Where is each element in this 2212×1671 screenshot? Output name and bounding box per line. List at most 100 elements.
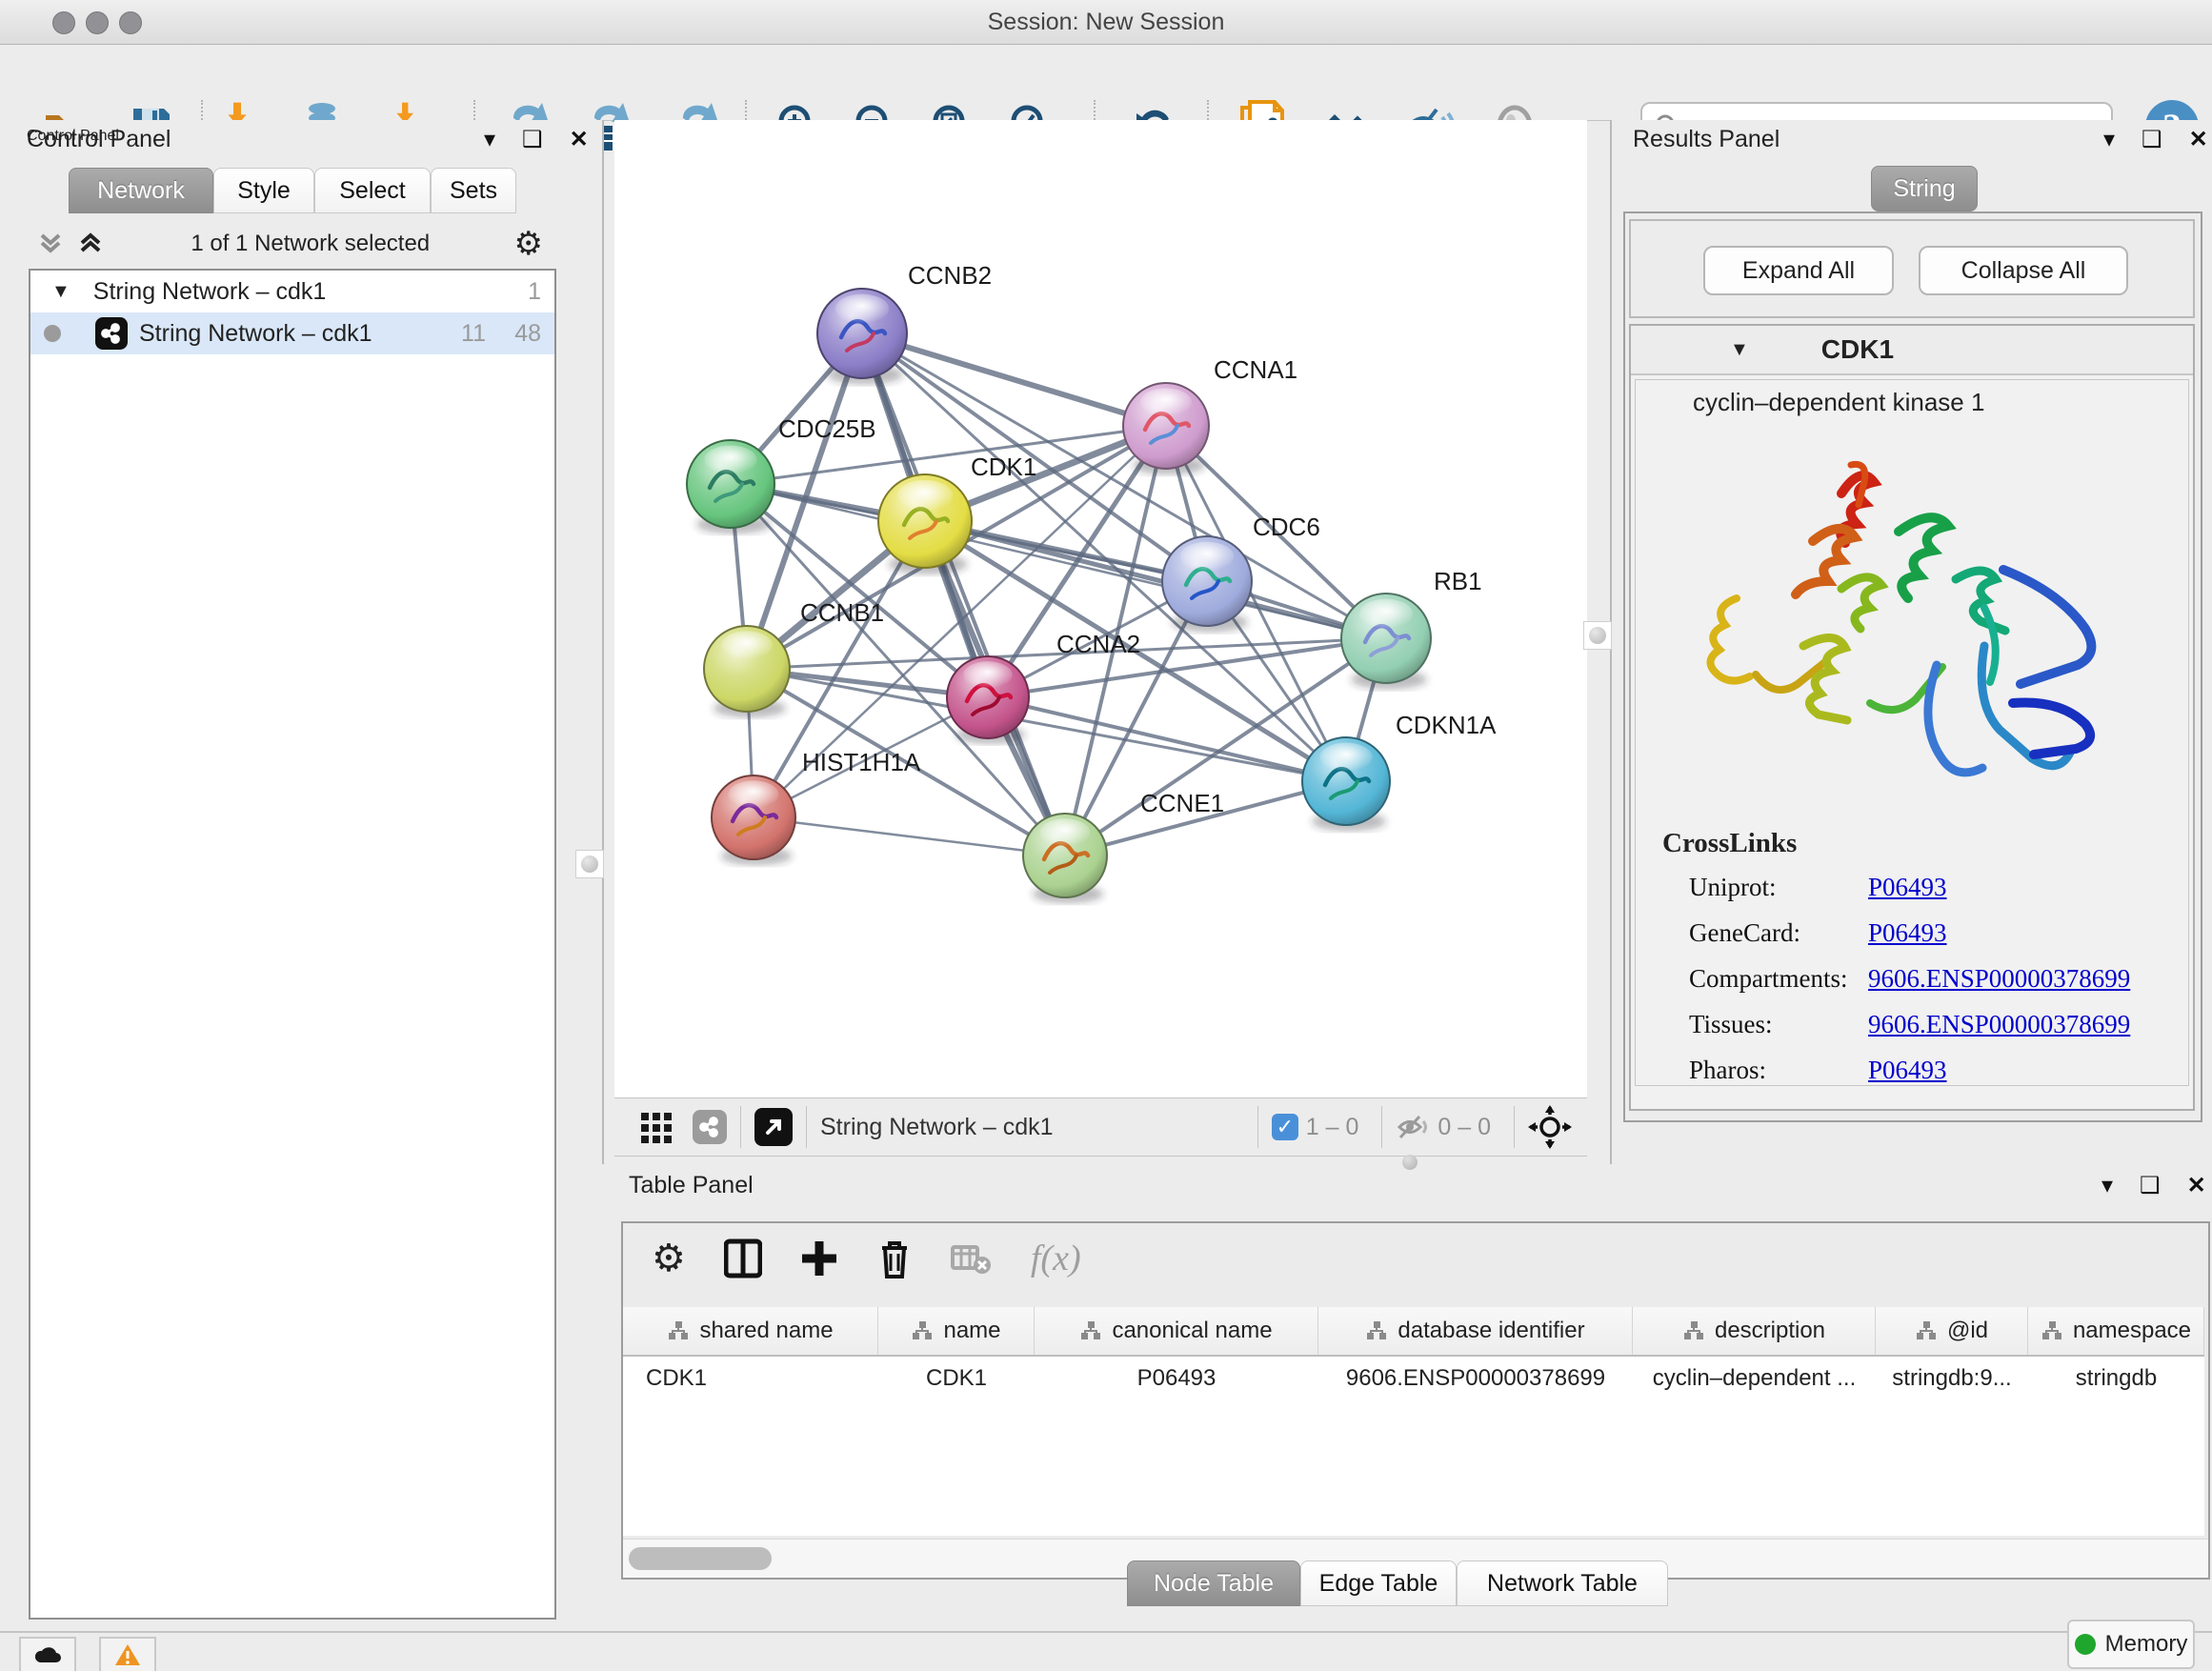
crosslinks-list: Uniprot:P06493 GeneCard:P06493 Compartment…	[1689, 873, 2188, 1085]
crosslink-link[interactable]: P06493	[1868, 1056, 1947, 1085]
main-toolbar: ?	[0, 45, 2212, 121]
table-cell[interactable]: stringdb:9...	[1876, 1357, 2028, 1400]
close-panel-icon[interactable]: ✕	[2187, 1172, 2206, 1199]
memory-button[interactable]: Memory	[2067, 1620, 2195, 1669]
memory-status-icon	[2075, 1634, 2096, 1655]
gene-symbol: CDK1	[1821, 334, 1894, 365]
tab-select[interactable]: Select	[314, 168, 431, 213]
grid-view-icon[interactable]	[639, 1109, 675, 1145]
warnings-button[interactable]	[99, 1637, 156, 1671]
detach-view-icon[interactable]	[754, 1108, 793, 1146]
delete-column-icon[interactable]	[876, 1237, 913, 1280]
crosslink-link[interactable]: P06493	[1868, 918, 1947, 948]
collapse-all-button[interactable]: Collapse All	[1919, 246, 2128, 295]
network-edge-HIST1H1A-CCNE1[interactable]	[754, 817, 1065, 856]
section-expander-icon[interactable]: ▼	[1730, 339, 1749, 361]
tab-network-table[interactable]: Network Table	[1457, 1560, 1668, 1606]
network-edge-CCNA2-CDKN1A[interactable]	[988, 697, 1346, 781]
crosslink-row: GeneCard:P06493	[1689, 918, 2188, 948]
tab-style[interactable]: Style	[213, 168, 314, 213]
node-label-CCNA1: CCNA1	[1214, 355, 1297, 384]
column-header-canonical-name[interactable]: canonical name	[1035, 1307, 1318, 1355]
close-panel-icon[interactable]: ✕	[570, 126, 589, 153]
separator	[1381, 1106, 1382, 1148]
network-selection-status-row: 1 of 1 Network selected ⚙	[29, 223, 553, 265]
network-node-RB1[interactable]: RB1	[1341, 567, 1482, 690]
column-header-namespace[interactable]: namespace	[2028, 1307, 2204, 1355]
network-node-CDKN1A[interactable]: CDKN1A	[1302, 711, 1497, 831]
gene-description: cyclin–dependent kinase 1	[1693, 388, 2188, 417]
expand-all-icon[interactable]	[74, 230, 107, 258]
expand-all-button[interactable]: Expand All	[1703, 246, 1894, 295]
network-graph[interactable]: CCNB2CCNA1CDC25BCDK1CDC6RB1CCNB1CCNA2CDK…	[614, 120, 1587, 1097]
network-node-CDC25B[interactable]: CDC25B	[687, 414, 876, 534]
table-cell[interactable]: P06493	[1035, 1357, 1318, 1400]
protein-structure-image	[1699, 417, 2137, 817]
network-view-icon[interactable]	[693, 1110, 727, 1144]
left-splitter-handle[interactable]	[575, 850, 604, 878]
table-cell[interactable]: stringdb	[2028, 1357, 2204, 1400]
column-header-@id[interactable]: @id	[1876, 1307, 2028, 1355]
table-options-gear-icon[interactable]: ⚙	[652, 1237, 686, 1280]
hidden-eye-icon	[1396, 1113, 1430, 1141]
crosslink-row: Uniprot:P06493	[1689, 873, 2188, 902]
edge-count: 48	[514, 320, 541, 348]
string-results-container: Expand All Collapse All ▼ CDK1 cyclin–de…	[1623, 211, 2202, 1122]
column-header-database-identifier[interactable]: database identifier	[1318, 1307, 1633, 1355]
network-node-CCNA1[interactable]: CCNA1	[1123, 355, 1297, 474]
network-collection-row[interactable]: ▼ String Network – cdk1 1	[30, 271, 554, 312]
tab-sets[interactable]: Sets	[431, 168, 516, 213]
network-view-toolbar: String Network – cdk1 ✓ 1 – 0 0 – 0	[614, 1097, 1587, 1157]
column-header-name[interactable]: name	[878, 1307, 1035, 1355]
show-columns-icon[interactable]	[724, 1238, 762, 1279]
table-cell[interactable]: 9606.ENSP00000378699	[1318, 1357, 1633, 1400]
table-panel-title: Table Panel	[629, 1172, 754, 1199]
tab-network[interactable]: Network	[69, 168, 213, 213]
crosslink-label: Pharos:	[1689, 1056, 1868, 1085]
network-tree: ▼ String Network – cdk1 1 String Network…	[29, 269, 556, 1620]
tab-edge-table[interactable]: Edge Table	[1300, 1560, 1457, 1606]
collapse-all-icon[interactable]	[34, 230, 67, 258]
selected-checkbox-icon[interactable]: ✓	[1272, 1114, 1298, 1140]
network-node-CCNB1[interactable]: CCNB1	[704, 598, 884, 717]
add-column-icon[interactable]	[800, 1238, 838, 1279]
column-header-description[interactable]: description	[1633, 1307, 1876, 1355]
network-canvas[interactable]: CCNB2CCNA1CDC25BCDK1CDC6RB1CCNB1CCNA2CDK…	[614, 120, 1587, 1097]
scrollbar-thumb[interactable]	[629, 1547, 772, 1570]
close-panel-icon[interactable]: ✕	[2189, 126, 2208, 153]
crosslink-link[interactable]: 9606.ENSP00000378699	[1868, 1010, 2130, 1039]
table-cell[interactable]: CDK1	[878, 1357, 1035, 1400]
memory-label: Memory	[2105, 1631, 2188, 1658]
network-options-gear-icon[interactable]: ⚙	[514, 225, 543, 263]
table-cell[interactable]: CDK1	[623, 1357, 878, 1400]
float-panel-icon[interactable]: ▾	[484, 126, 495, 153]
gene-section-header[interactable]: ▼ CDK1	[1631, 326, 2193, 375]
column-header-shared-name[interactable]: shared name	[623, 1307, 878, 1355]
right-splitter-handle[interactable]	[1583, 621, 1612, 650]
column-type-icon	[1365, 1319, 1388, 1342]
maximize-panel-icon[interactable]: ❑	[522, 126, 543, 153]
crosslink-link[interactable]: P06493	[1868, 873, 1947, 902]
tab-string[interactable]: String	[1871, 166, 1978, 211]
crosslink-row: Compartments:9606.ENSP00000378699	[1689, 964, 2188, 994]
network-edge-CCNB2-CCNA1[interactable]	[862, 333, 1166, 426]
node-table: shared namenamecanonical namedatabase id…	[623, 1307, 2204, 1536]
network-node-CCNE1[interactable]: CCNE1	[1023, 789, 1224, 903]
crosslink-link[interactable]: 9606.ENSP00000378699	[1868, 964, 2130, 994]
crosslink-label: Compartments:	[1689, 964, 1868, 994]
tab-node-table[interactable]: Node Table	[1127, 1560, 1300, 1606]
cloud-button[interactable]	[19, 1637, 76, 1671]
network-node-HIST1H1A[interactable]: HIST1H1A	[712, 748, 921, 865]
maximize-panel-icon[interactable]: ❑	[2140, 1172, 2161, 1199]
birdseye-navigator-icon[interactable]	[1528, 1105, 1572, 1149]
network-row[interactable]: String Network – cdk1 11 48	[30, 312, 554, 354]
float-panel-icon[interactable]: ▾	[2103, 126, 2115, 153]
table-row[interactable]: CDK1CDK1P064939606.ENSP00000378699cyclin…	[623, 1357, 2204, 1400]
table-cell[interactable]: cyclin–dependent ...	[1633, 1357, 1876, 1400]
network-status-dot	[44, 325, 61, 342]
column-type-icon	[911, 1319, 934, 1342]
horizontal-splitter-handle[interactable]	[1402, 1155, 1418, 1170]
collection-expander-icon[interactable]: ▼	[51, 281, 70, 303]
float-panel-icon[interactable]: ▾	[2101, 1172, 2113, 1199]
maximize-panel-icon[interactable]: ❑	[2142, 126, 2162, 153]
